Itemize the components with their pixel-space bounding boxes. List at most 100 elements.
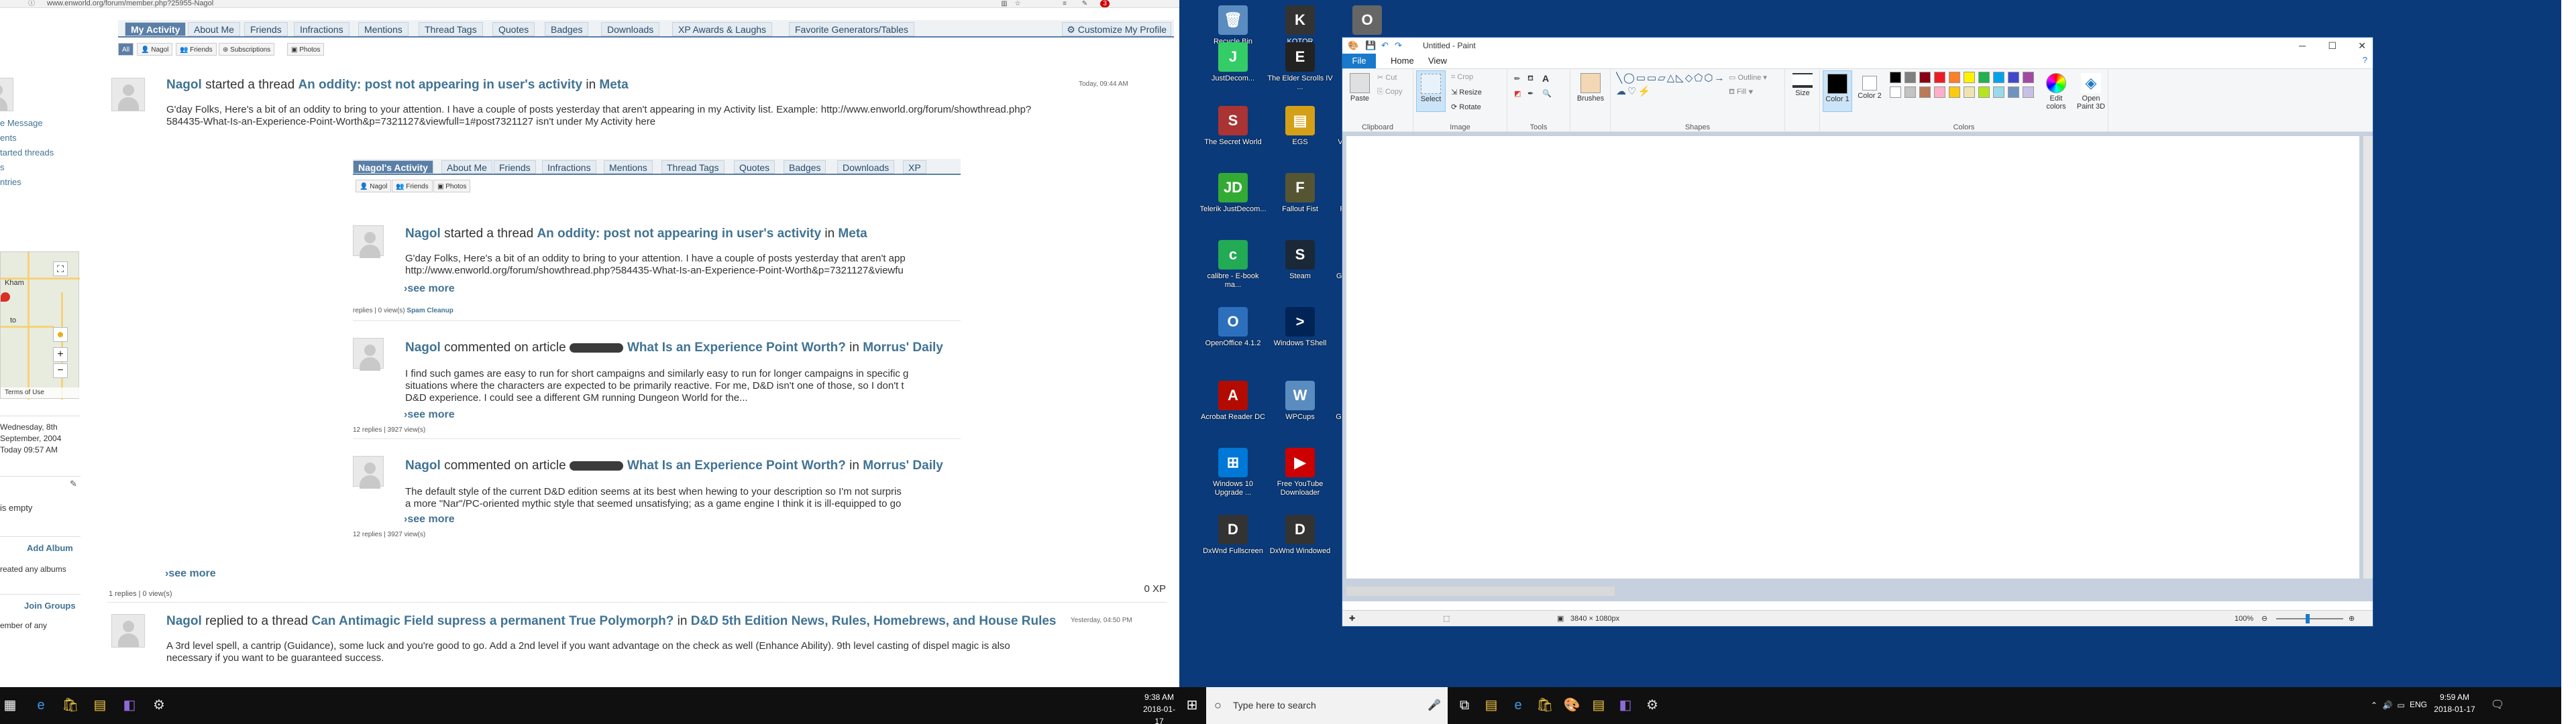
filter-nagol[interactable]: 👤 Nagol bbox=[137, 43, 173, 56]
desktop-icon[interactable]: W WPCups bbox=[1267, 375, 1334, 449]
desktop-icon[interactable]: A Acrobat Reader DC bbox=[1199, 375, 1267, 449]
horizontal-scrollbar[interactable] bbox=[1346, 587, 1615, 596]
palette-swatch[interactable] bbox=[1934, 86, 1945, 98]
sidebar-link-message[interactable]: e Message bbox=[0, 118, 43, 128]
palette-swatch[interactable] bbox=[1949, 86, 1960, 98]
crop-button[interactable]: ⌗ Crop bbox=[1451, 73, 1473, 82]
entry-avatar[interactable] bbox=[111, 78, 145, 111]
undo-icon[interactable]: ↶ bbox=[1381, 38, 1389, 54]
desktop-icon[interactable]: F Fallout Fist bbox=[1267, 168, 1334, 241]
taskbar-search[interactable]: ○ Type here to search 🎤 bbox=[1206, 687, 1448, 724]
size-button[interactable]: Size bbox=[1788, 70, 1817, 112]
visual-studio-icon[interactable]: ◧ bbox=[1615, 695, 1635, 715]
color2-button[interactable]: Color 2 bbox=[1855, 70, 1884, 112]
magnifier-icon[interactable]: 🔍 bbox=[1542, 89, 1552, 98]
location-map[interactable]: Kham to ⛶ ☻ + − Terms of Use bbox=[0, 251, 80, 400]
map-terms-link[interactable]: Terms of Use bbox=[1, 387, 80, 398]
maximize-button[interactable]: ☐ bbox=[2328, 38, 2337, 54]
help-icon[interactable]: ? bbox=[2363, 55, 2367, 65]
shapes-gallery[interactable]: ╲◯▭▭▱△◺◇⬠⬡→←↑↓✦✧✩◫☁♡⚡ bbox=[1616, 72, 1723, 115]
network-icon[interactable]: ▭ bbox=[2391, 695, 2411, 715]
color-picker-icon[interactable]: ✒ bbox=[1527, 89, 1534, 98]
store-icon[interactable]: 🛍 bbox=[1535, 695, 1555, 715]
right-clock[interactable]: 9:59 AM 2018-01-17 bbox=[2431, 691, 2478, 715]
entry-avatar[interactable] bbox=[111, 614, 145, 648]
settings-icon[interactable]: ⚙ bbox=[149, 695, 169, 715]
left-clock[interactable]: 9:38 AM 2018-01-17 bbox=[1140, 691, 1178, 724]
edge-icon[interactable]: e bbox=[1508, 695, 1528, 715]
zoom-out-button[interactable]: ⊖ bbox=[2261, 611, 2267, 627]
tab-downloads[interactable]: Downloads bbox=[601, 22, 660, 36]
resize-button[interactable]: ⇲ Resize bbox=[1451, 88, 1482, 97]
action-center-icon[interactable]: 🗨 bbox=[2487, 695, 2508, 715]
palette-swatch[interactable] bbox=[1964, 72, 1975, 83]
palette-swatch[interactable] bbox=[1993, 72, 2004, 83]
text-tool-icon[interactable]: A bbox=[1542, 73, 1549, 84]
brushes-button[interactable]: Brushes bbox=[1576, 70, 1605, 112]
desktop-icon[interactable]: J JustDecom... bbox=[1199, 37, 1267, 111]
edit-pencil-icon[interactable]: ✎ bbox=[70, 479, 77, 489]
entry-1-see-more-link[interactable]: ›see more bbox=[165, 568, 216, 580]
entry-2-thread-link[interactable]: Can Antimagic Field supress a permanent … bbox=[312, 614, 674, 628]
sidebar-link-posts[interactable]: ents bbox=[0, 133, 17, 143]
palette-swatch[interactable] bbox=[1919, 86, 1931, 98]
filter-photos[interactable]: ▣ Photos bbox=[287, 43, 325, 56]
paint-canvas[interactable] bbox=[1346, 136, 2359, 579]
desktop-icon[interactable]: > Windows TShell bbox=[1267, 302, 1334, 375]
entry-1-forum-link[interactable]: Meta bbox=[599, 78, 628, 92]
street-view-icon[interactable]: ☻ bbox=[53, 327, 68, 342]
zoom-slider-thumb[interactable] bbox=[2306, 614, 2310, 623]
desktop-icon[interactable]: S The Secret World bbox=[1199, 101, 1267, 174]
filter-friends[interactable]: 👥 Friends bbox=[176, 43, 217, 56]
tab-xp-awards[interactable]: XP Awards & Laughs bbox=[672, 22, 773, 36]
desktop-icon[interactable]: ▤ EGS bbox=[1267, 101, 1334, 174]
tab-friends[interactable]: Friends bbox=[244, 22, 288, 36]
copy-button[interactable]: ⎘ Copy bbox=[1377, 88, 1403, 97]
notification-badge[interactable]: 3 bbox=[1100, 0, 1110, 7]
menu-view[interactable]: View bbox=[1428, 54, 1447, 68]
microphone-icon[interactable]: 🎤 bbox=[1428, 687, 1441, 724]
eraser-icon[interactable]: ◩ bbox=[1514, 89, 1521, 98]
palette-swatch[interactable] bbox=[1978, 72, 1990, 83]
minimize-button[interactable]: ─ bbox=[2299, 38, 2306, 54]
add-album-link[interactable]: Add Album bbox=[27, 543, 73, 553]
palette-swatch[interactable] bbox=[2008, 86, 2019, 98]
reading-view-icon[interactable]: ▥ bbox=[1000, 0, 1009, 7]
palette-swatch[interactable] bbox=[1978, 86, 1990, 98]
tab-quotes[interactable]: Quotes bbox=[492, 22, 535, 36]
desktop-icon[interactable]: D DxWnd Fullscreen bbox=[1199, 509, 1267, 583]
zoom-in-button[interactable]: + bbox=[53, 347, 68, 362]
entry-1-thread-link[interactable]: An oddity: post not appearing in user's … bbox=[298, 78, 582, 92]
color1-button[interactable]: Color 1 bbox=[1823, 70, 1852, 112]
start-icon[interactable]: ▦ bbox=[0, 695, 20, 715]
notes-icon[interactable]: ✎ bbox=[1080, 0, 1089, 7]
explorer-icon[interactable]: ▤ bbox=[1481, 695, 1501, 715]
redo-icon[interactable]: ↷ bbox=[1395, 38, 1402, 54]
rotate-button[interactable]: ⟳ Rotate bbox=[1451, 103, 1481, 111]
tab-badges[interactable]: Badges bbox=[545, 22, 589, 36]
desktop-icon[interactable]: O OpenOffice 4.1.2 bbox=[1199, 302, 1267, 375]
zoom-out-button[interactable]: − bbox=[53, 363, 68, 378]
entry-1-user-link[interactable]: Nagol bbox=[166, 78, 202, 92]
desktop-icon[interactable]: D DxWnd Windowed bbox=[1267, 509, 1334, 583]
palette-swatch[interactable] bbox=[2023, 72, 2034, 83]
hub-icon[interactable]: ≡ bbox=[1060, 0, 1069, 7]
tab-infractions[interactable]: Infractions bbox=[294, 22, 350, 36]
palette-swatch[interactable] bbox=[1904, 86, 1916, 98]
folder-icon[interactable]: ▤ bbox=[1589, 695, 1609, 715]
cut-button[interactable]: ✂ Cut bbox=[1377, 73, 1397, 82]
fullscreen-icon[interactable]: ⛶ bbox=[53, 261, 68, 276]
join-groups-link[interactable]: Join Groups bbox=[24, 601, 76, 611]
tab-favorite-generators[interactable]: Favorite Generators/Tables bbox=[789, 22, 914, 36]
edit-colors-button[interactable]: Edit colors bbox=[2041, 70, 2071, 112]
fill-icon[interactable]: ⛾ bbox=[1527, 74, 1534, 84]
palette-swatch[interactable] bbox=[1919, 72, 1931, 83]
edge-icon[interactable]: e bbox=[31, 695, 51, 715]
tab-my-activity[interactable]: My Activity bbox=[125, 22, 186, 36]
sidebar-link-entries[interactable]: ntries bbox=[0, 177, 21, 187]
zoom-in-button[interactable]: ⊕ bbox=[2349, 611, 2355, 627]
paint-title-bar[interactable]: 🎨 💾 ↶ ↷ Untitled - Paint ─ ☐ ✕ bbox=[1342, 38, 2373, 54]
explorer-icon[interactable]: ▤ bbox=[90, 695, 110, 715]
vertical-scrollbar[interactable] bbox=[2363, 136, 2373, 579]
palette-swatch[interactable] bbox=[1890, 86, 1901, 98]
